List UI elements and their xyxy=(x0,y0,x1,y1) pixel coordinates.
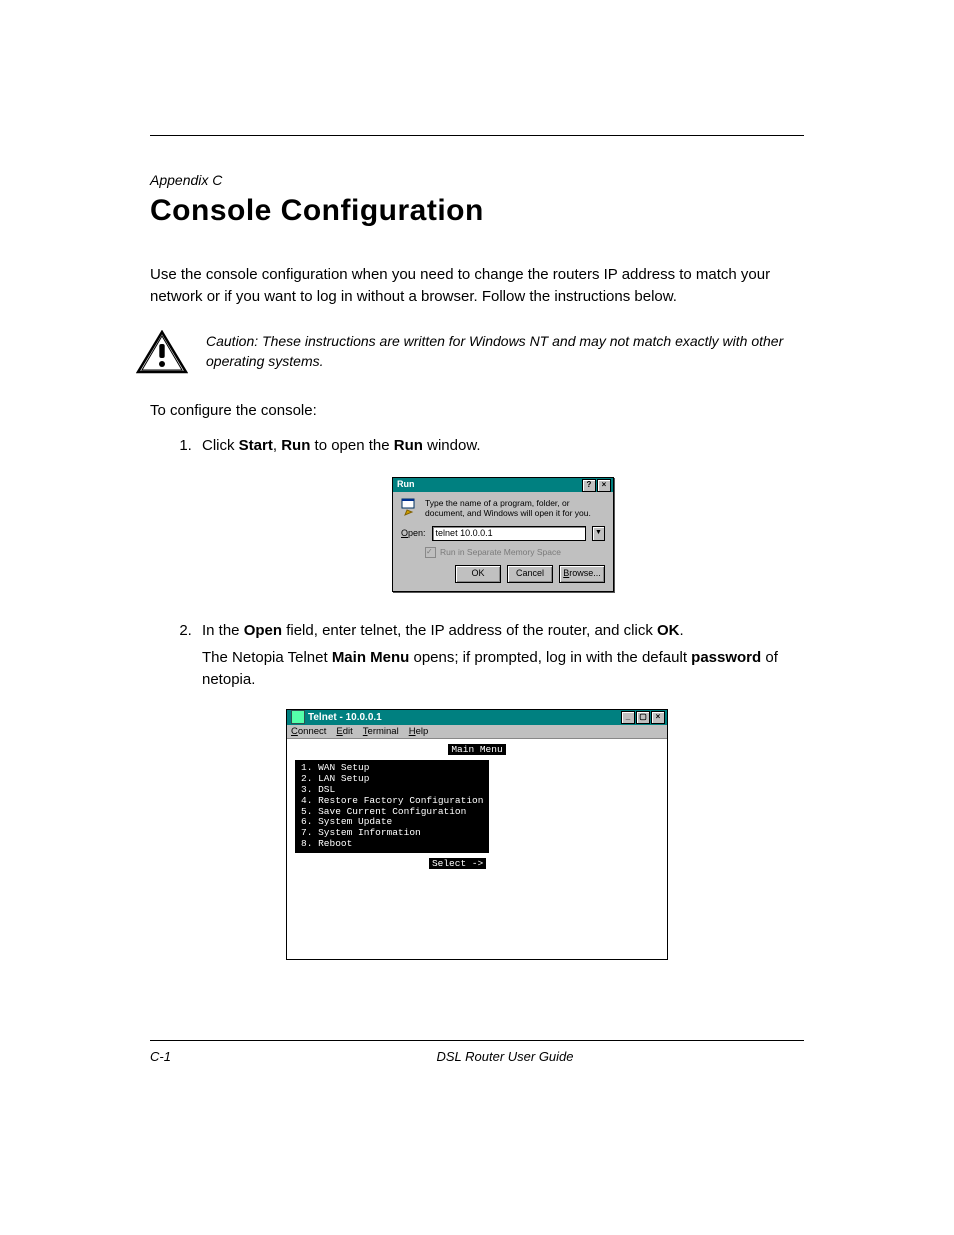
menu-help[interactable]: Help xyxy=(409,726,429,737)
telnet-pane: Main Menu 1. WAN Setup 2. LAN Setup 3. D… xyxy=(287,739,667,959)
menu-item-8[interactable]: 8. Reboot xyxy=(301,839,483,850)
open-input-value: telnet 10.0.0.1 xyxy=(436,527,493,540)
page-title: Console Configuration xyxy=(150,194,804,228)
page-number: C-1 xyxy=(150,1049,206,1064)
telnet-app-icon xyxy=(291,710,305,724)
open-label: Open: xyxy=(401,527,426,540)
browse-button[interactable]: Browse... xyxy=(559,565,605,583)
run-message: Type the name of a program, folder, or d… xyxy=(425,498,605,518)
telnet-main-menu-label: Main Menu xyxy=(448,744,505,755)
caution-text: Caution: These instructions are written … xyxy=(206,332,804,371)
telnet-titlebar: Telnet - 10.0.0.1 _ ▢ × xyxy=(287,710,667,725)
run-dialog-title: Run xyxy=(397,478,415,491)
telnet-select-label: Select -> xyxy=(429,858,486,869)
telnet-window: Telnet - 10.0.0.1 _ ▢ × Connect Edit Ter… xyxy=(286,709,668,960)
page-footer: C-1 DSL Router User Guide xyxy=(150,1040,804,1064)
mem-space-label: Run in Separate Memory Space xyxy=(440,546,561,558)
footer-title: DSL Router User Guide xyxy=(206,1049,804,1064)
appendix-label: Appendix C xyxy=(150,172,804,188)
step-2: In the Open field, enter telnet, the IP … xyxy=(196,620,804,691)
open-input[interactable]: telnet 10.0.0.1 xyxy=(432,526,586,541)
steps-list: Click Start, Run to open the Run window.… xyxy=(150,435,804,691)
step-1: Click Start, Run to open the Run window.… xyxy=(196,435,804,591)
run-app-icon xyxy=(401,498,419,516)
ok-button[interactable]: OK xyxy=(455,565,501,583)
top-rule xyxy=(150,135,804,136)
menu-edit[interactable]: Edit xyxy=(336,726,352,737)
telnet-menubar: Connect Edit Terminal Help xyxy=(287,725,667,739)
page-header: Appendix C Console Configuration xyxy=(150,172,804,228)
telnet-select-row: Select -> xyxy=(295,859,659,870)
maximize-button[interactable]: ▢ xyxy=(636,711,650,724)
cancel-button[interactable]: Cancel xyxy=(507,565,553,583)
minimize-button[interactable]: _ xyxy=(621,711,635,724)
mem-space-checkbox[interactable] xyxy=(425,547,436,558)
lead-in: To configure the console: xyxy=(150,400,804,422)
help-button[interactable]: ? xyxy=(582,479,596,492)
warning-icon xyxy=(136,330,188,374)
run-dialog: Run ? × xyxy=(392,477,614,592)
telnet-select-input[interactable] xyxy=(486,858,525,869)
caution-block: Caution: These instructions are written … xyxy=(136,330,804,374)
close-button[interactable]: × xyxy=(651,711,665,724)
close-button[interactable]: × xyxy=(597,479,611,492)
telnet-title: Telnet - 10.0.0.1 xyxy=(308,712,382,723)
menu-connect[interactable]: Connect xyxy=(291,726,326,737)
mem-space-row: Run in Separate Memory Space xyxy=(425,546,605,558)
telnet-menu-list: 1. WAN Setup 2. LAN Setup 3. DSL 4. Rest… xyxy=(295,760,489,853)
menu-item-4[interactable]: 4. Restore Factory Configuration xyxy=(301,796,483,807)
menu-terminal[interactable]: Terminal xyxy=(363,726,399,737)
open-dropdown-button[interactable]: ▼ xyxy=(592,526,605,541)
menu-item-3[interactable]: 3. DSL xyxy=(301,785,483,796)
run-dialog-titlebar: Run ? × xyxy=(393,478,613,492)
intro-paragraph: Use the console configuration when you n… xyxy=(150,264,804,308)
